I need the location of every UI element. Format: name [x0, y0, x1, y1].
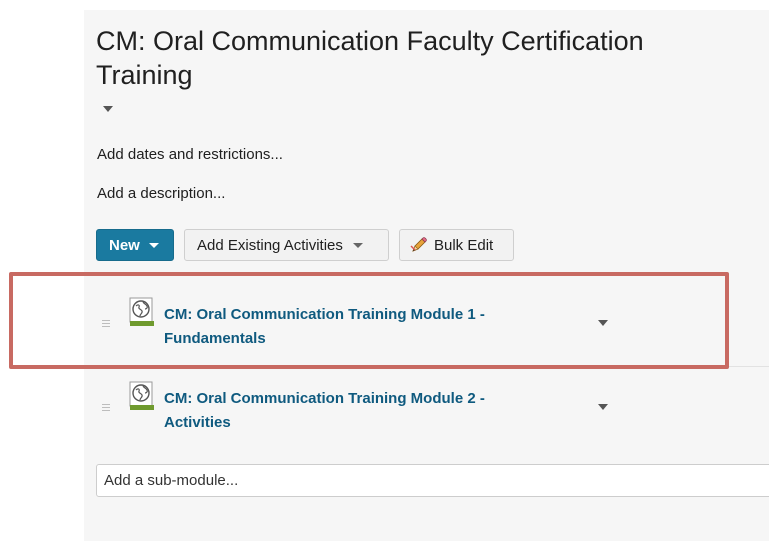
- add-description-link[interactable]: Add a description...: [97, 185, 225, 202]
- module-title-line-1: CM: Oral Communication Training Module 2…: [164, 390, 485, 407]
- bulk-edit-button[interactable]: Bulk Edit: [399, 229, 514, 261]
- pencil-icon: [410, 236, 428, 254]
- module-title-line-2: Fundamentals: [164, 330, 266, 347]
- module-globe-icon: [129, 381, 155, 411]
- module-row[interactable]: CM: Oral Communication Training Module 1…: [96, 282, 769, 362]
- module-title-link[interactable]: CM: Oral Communication Training Module 1…: [164, 303, 544, 351]
- add-existing-activities-label: Add Existing Activities: [197, 236, 343, 254]
- title-options-chevron-down-icon[interactable]: [103, 106, 113, 112]
- add-existing-activities-button[interactable]: Add Existing Activities: [184, 229, 389, 261]
- module-row[interactable]: CM: Oral Communication Training Module 2…: [96, 366, 769, 447]
- page-title: CM: Oral Communication Faculty Certifica…: [96, 26, 644, 90]
- module-options-chevron-down-icon[interactable]: [598, 404, 608, 410]
- new-button-label: New: [109, 236, 140, 254]
- chevron-down-icon: [148, 242, 159, 248]
- module-globe-icon: [129, 297, 155, 327]
- add-dates-link[interactable]: Add dates and restrictions...: [97, 146, 283, 163]
- module-title-line-1: CM: Oral Communication Training Module 1…: [164, 306, 485, 323]
- drag-handle-icon[interactable]: [102, 404, 110, 412]
- drag-handle-icon[interactable]: [102, 320, 110, 328]
- bulk-edit-label: Bulk Edit: [434, 236, 494, 254]
- new-button[interactable]: New: [96, 229, 174, 261]
- chevron-down-icon: [352, 242, 363, 248]
- add-sub-module-input[interactable]: [96, 464, 769, 497]
- module-title-link[interactable]: CM: Oral Communication Training Module 2…: [164, 387, 544, 435]
- module-options-chevron-down-icon[interactable]: [598, 320, 608, 326]
- module-title-line-2: Activities: [164, 414, 231, 431]
